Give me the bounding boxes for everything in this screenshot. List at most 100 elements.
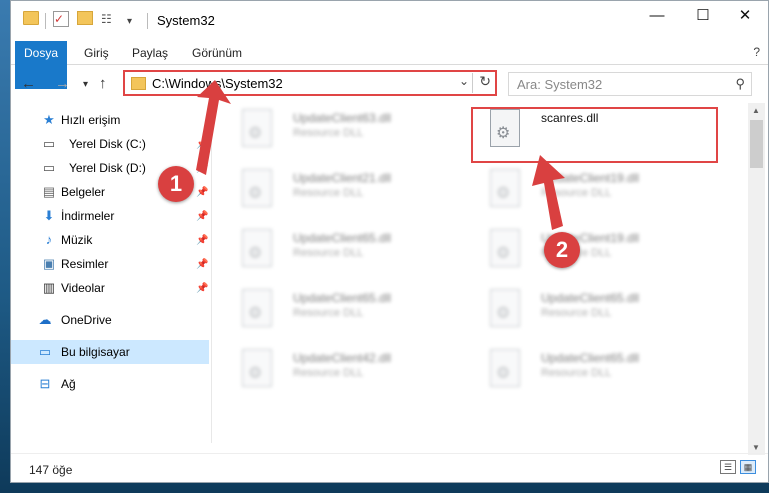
sidebar-item-label: İndirmeler [61,209,115,223]
up-arrow-icon[interactable]: ↑ [99,75,107,92]
sidebar-item-this-pc[interactable]: ▭ Bu bilgisayar [11,340,209,364]
file-type: Resource DLL [293,307,364,319]
close-button[interactable]: ✕ [722,1,768,31]
dll-file-icon [242,349,272,387]
pin-icon[interactable]: 📌 [196,211,208,222]
refresh-icon[interactable]: ↻ [479,73,491,90]
drive-icon: ▭ [42,160,56,175]
dll-file-icon [242,109,272,147]
cloud-icon: ☁ [38,312,52,327]
tiles-view-icon[interactable]: ▦ [740,460,756,474]
sidebar-item-pictures[interactable]: ▣ Resimler 📌 [11,252,209,276]
pin-icon[interactable]: 📌 [196,139,208,150]
download-icon: ⬇ [43,208,55,223]
scroll-down-icon[interactable]: ▼ [752,443,760,452]
search-input[interactable]: Ara: System32 [517,77,602,92]
chevron-down-icon[interactable]: ▾ [127,11,132,31]
list-item[interactable]: UpdateClient19.dll Resource DLL [470,225,710,273]
list-item[interactable]: UpdateClient65.dll Resource DLL [470,285,710,333]
sidebar-item-label: Belgeler [61,185,106,199]
tab-share[interactable]: Paylaş [123,41,177,65]
music-icon: ♪ [45,232,53,247]
sidebar-item-downloads[interactable]: ⬇ İndirmeler 📌 [11,204,209,228]
file-name: UpdateClient65.dll [541,291,640,305]
vertical-scrollbar[interactable]: ▲ ▼ [748,103,765,455]
pin-icon[interactable]: 📌 [196,283,208,294]
sidebar-item-disk-c[interactable]: ▭ Yerel Disk (C:) 📌 [11,132,209,156]
status-bar: 147 öğe ☰ ▦ [11,453,768,482]
title-bar: ✓ ☷ ▾ System32 — ☐ ✕ [11,1,768,41]
sidebar-item-quick-access[interactable]: ★ Hızlı erişim [11,108,209,132]
scroll-up-icon[interactable]: ▲ [752,106,760,115]
file-name: UpdateClient65.dll [293,231,392,245]
file-name: UpdateClient65.dll [541,351,640,365]
list-item[interactable]: UpdateClient42.dll Resource DLL [222,345,462,393]
file-type: Resource DLL [293,127,364,139]
maximize-button[interactable]: ☐ [680,1,726,31]
item-count: 147 öğe [29,463,73,477]
list-item[interactable]: UpdateClient19.dll Resource DLL [470,165,710,213]
videos-icon: ▥ [42,280,56,295]
ribbon-tabs: Dosya Giriş Paylaş Görünüm ? [11,41,768,89]
folder-icon [131,77,146,90]
sidebar-item-label: Videolar [61,281,105,295]
list-item[interactable]: UpdateClient65.dll Resource DLL [222,225,462,273]
tab-home[interactable]: Giriş [75,41,118,65]
minimize-button[interactable]: — [634,1,680,31]
forward-arrow-icon[interactable]: → [55,75,70,92]
pin-icon[interactable]: 📌 [196,235,208,246]
list-item[interactable]: UpdateClient21.dll Resource DLL [222,165,462,213]
sidebar-item-label: Resimler [61,257,109,271]
address-path[interactable]: C:\Windows\System32 [152,76,283,91]
file-name: UpdateClient19.dll [541,171,640,185]
file-name: UpdateClient21.dll [293,171,392,185]
sidebar-item-music[interactable]: ♪ Müzik 📌 [11,228,209,252]
list-item[interactable]: UpdateClient65.dll Resource DLL [470,345,710,393]
window-title: System32 [157,13,215,28]
folder-icon[interactable] [23,11,39,25]
new-folder-icon[interactable] [77,11,93,25]
sidebar-item-videos[interactable]: ▥ Videolar 📌 [11,276,209,300]
step-2-badge: 2 [544,232,580,268]
tab-view[interactable]: Görünüm [183,41,251,65]
search-icon[interactable]: ⚲ [735,76,745,92]
properties-check-icon[interactable]: ✓ [53,11,69,27]
pin-icon[interactable]: 📌 [196,187,208,198]
separator [45,13,46,29]
chevron-down-icon[interactable]: ⌄ [459,74,469,88]
list-item[interactable]: UpdateClient63.dll Resource DLL [222,105,462,153]
file-type: Resource DLL [541,307,612,319]
address-row: ← → ▾ ↑ C:\Windows\System32 ⌄ ↻ Ara: Sys… [11,65,768,103]
sidebar-item-onedrive[interactable]: ☁ OneDrive [11,308,209,332]
help-icon[interactable]: ? [753,45,760,59]
computer-icon: ▭ [38,344,52,359]
sidebar-item-label: Müzik [61,233,93,247]
file-name: UpdateClient42.dll [293,351,392,365]
star-icon: ★ [43,112,55,127]
list-item[interactable]: UpdateClient65.dll Resource DLL [222,285,462,333]
dll-file-icon [490,169,520,207]
sidebar-item-network[interactable]: ⊟ Ağ [11,372,209,396]
separator [472,73,473,93]
back-arrow-icon[interactable]: ← [21,75,36,92]
scroll-thumb[interactable] [750,120,763,168]
dll-file-icon [242,289,272,327]
file-type: Resource DLL [541,367,612,379]
details-view-icon[interactable]: ☰ [720,460,736,474]
highlight-scanres [471,107,718,163]
customize-toolbar-icon[interactable]: ☷ [101,11,123,27]
pin-icon[interactable]: 📌 [196,259,208,270]
dll-file-icon [242,229,272,267]
search-box[interactable]: Ara: System32 ⚲ [508,72,752,96]
dll-file-icon [242,169,272,207]
file-type: Resource DLL [293,367,364,379]
recent-chevron-icon[interactable]: ▾ [83,79,88,90]
dll-file-icon [490,229,520,267]
file-type: Resource DLL [541,187,612,199]
step-1-badge: 1 [158,166,194,202]
address-bar[interactable]: C:\Windows\System32 ⌄ ↻ [123,70,497,96]
sidebar-item-label: Hızlı erişim [61,113,121,127]
drive-icon: ▭ [42,136,56,151]
file-type: Resource DLL [293,247,364,259]
pin-icon[interactable]: 📌 [196,163,208,174]
